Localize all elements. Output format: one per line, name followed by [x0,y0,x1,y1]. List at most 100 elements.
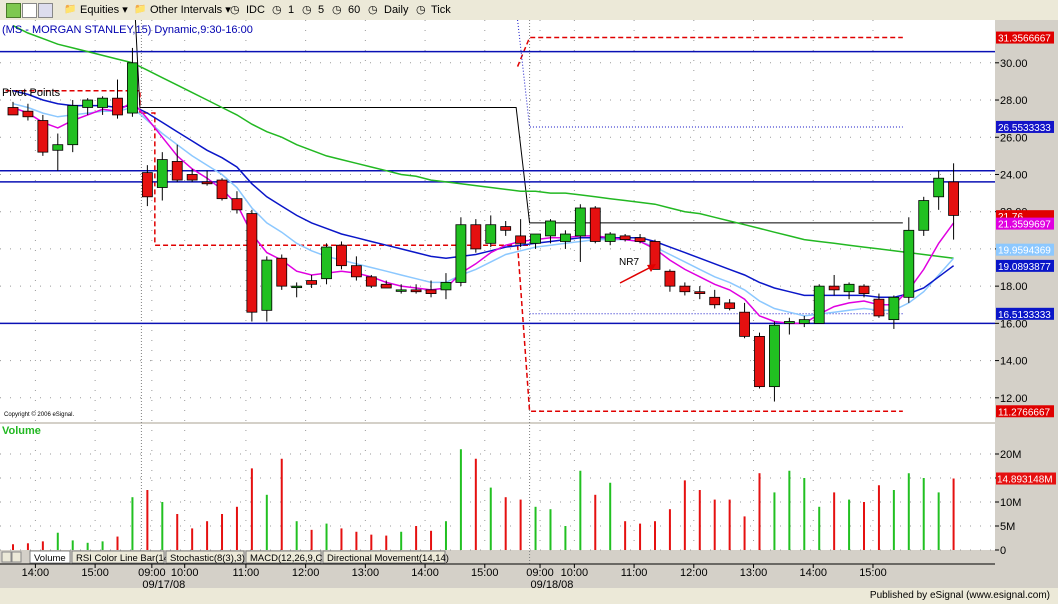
candle-body [918,200,930,231]
price-tag-label: 31.3566667 [998,34,1051,45]
candle-body [470,224,482,250]
time-tick-label: 15:00 [81,567,109,579]
candle-body [798,319,810,324]
candle-body [560,233,571,242]
candle-body [843,283,855,293]
candle-body [7,107,19,116]
footer: Published by eSignal (www.esignal.com) [0,588,1058,604]
clock-icon: ◷ [230,4,240,16]
volume-tick-label: 10M [1000,497,1021,509]
folder-icon: 📁 [64,4,77,15]
candle-body [321,246,332,280]
candle-body [336,244,347,267]
candle-body [67,105,79,146]
time-tick-label: 15:00 [471,567,499,579]
candle-body [724,302,736,309]
price-tick-label: 18.00 [1000,281,1028,293]
candle-body [858,285,870,294]
price-tick-label: 14.00 [1000,356,1028,368]
volume-tick-label: 20M [1000,449,1021,461]
interval-tick-button[interactable]: Tick [431,3,451,17]
new-window-icon[interactable] [22,3,37,18]
candle-body [52,144,64,151]
study-tab-label: MACD(12,26,9,C) [250,553,326,564]
candle-body [948,181,959,216]
candle-body [216,179,228,200]
price-tag-label: 19.0893877 [998,262,1051,273]
interval-idc-button[interactable]: IDC [246,3,265,17]
clock-icon: ◷ [416,4,426,16]
candle-body [604,233,616,242]
interval-1-button[interactable]: 1 [288,3,294,17]
pivot-points-label: Pivot Points [2,87,61,99]
interval-daily-button[interactable]: Daily [384,3,408,17]
candle-body [783,321,795,324]
candle-body [156,159,168,188]
equities-menu[interactable]: Equities ▾ [80,3,128,17]
candle-body [455,224,467,283]
time-tick-label: 14:00 [799,567,827,579]
time-tick-label: 09:00 [138,567,166,579]
candle-body [813,285,825,324]
study-tab-label: Volume [34,553,66,564]
price-tag-label: 26.5533333 [998,123,1051,134]
footer-text: Published by eSignal (www.esignal.com) [869,590,1050,601]
candle-body [589,207,601,242]
candle-body [619,235,631,241]
interval-60-button[interactable]: 60 [348,3,360,17]
candle-body [186,174,198,181]
candle-body [410,289,422,293]
tab-scroll-right-icon [11,551,22,563]
time-tick-label: 15:00 [859,567,887,579]
candle-body [634,237,646,242]
candle-body [37,120,49,153]
layout-icon[interactable] [38,3,53,18]
price-tick-label: 30.00 [1000,58,1028,70]
time-tick-label: 13:00 [740,567,768,579]
candle-body [888,296,900,321]
candle-body [261,259,273,311]
candle-body [425,289,437,294]
candle-body [828,285,840,291]
candle-body [127,62,138,114]
candle-body [754,335,765,388]
candle-body [141,172,153,198]
candle-body [440,282,452,291]
time-tick-label: 11:00 [233,567,260,579]
price-tag-label: 11.2766667 [998,407,1051,418]
time-tick-label: 12:00 [680,567,708,579]
candle-body [246,213,258,313]
candle-body [306,280,318,285]
price-chart: 30.0028.0026.0024.0022.0020.0018.0016.00… [0,20,1058,604]
price-tag-label: 21.3599697 [998,220,1051,231]
candle-body [380,283,392,289]
candle-body [291,285,303,289]
candle-body [933,177,945,198]
time-tick-label: 10:00 [561,567,589,579]
clock-icon: ◷ [302,4,312,16]
candle-body [545,220,556,237]
price-tag-label: 19.9594369 [998,246,1051,257]
candle-body [873,298,885,317]
time-tick-label: 10:00 [171,567,199,579]
interval-5-button[interactable]: 5 [318,3,324,17]
volume-tag-label: 14.893148M [997,475,1053,486]
candle-body [112,97,123,116]
other-intervals-menu[interactable]: Other Intervals ▾ [150,3,231,17]
candle-body [350,265,362,278]
price-panel-bg [0,20,995,422]
candle-body [276,257,288,287]
candle-body [664,270,676,287]
toolbar: 📁 Equities ▾ 📁 Other Intervals ▾ ◷ IDC ◷… [0,0,1058,21]
candle-body [739,311,750,337]
chart-app-icon[interactable] [6,3,21,18]
candle-body [485,224,497,244]
chart-title: (MS - MORGAN STANLEY,15) Dynamic,9:30-16… [2,24,253,36]
study-tab-label: Stochastic(8(3),3) [170,553,245,564]
candle-body [515,235,527,244]
candle-body [679,285,691,293]
study-tab-label: RSI Color Line Bar(14) [76,553,172,564]
volume-panel-bg [0,424,995,552]
candle-body [201,181,213,185]
tab-scroll-left-icon [1,551,12,563]
